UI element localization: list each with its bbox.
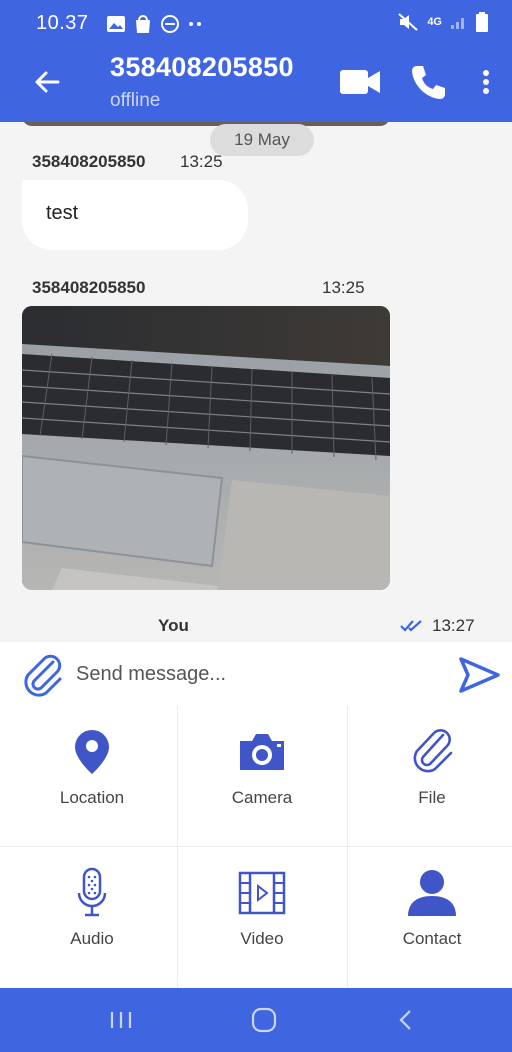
- message-sender: 358408205850: [32, 278, 146, 297]
- message-list[interactable]: 19 May 358408205850 13:25 test 358408205…: [0, 122, 512, 642]
- system-icons: 4G: [397, 12, 488, 32]
- image-message[interactable]: [22, 306, 390, 590]
- system-back-button[interactable]: [394, 1006, 418, 1034]
- film-icon: [234, 865, 290, 921]
- arrow-left-icon: [35, 71, 60, 93]
- send-icon: [459, 657, 500, 693]
- signal-icon: [451, 18, 464, 29]
- back-button[interactable]: [28, 62, 68, 102]
- double-check-icon: [400, 620, 422, 632]
- video-call-button[interactable]: [338, 64, 384, 100]
- do-not-disturb-icon: [161, 15, 179, 33]
- attach-audio-button[interactable]: Audio: [7, 847, 177, 988]
- attach-video-button[interactable]: Video: [177, 847, 347, 988]
- contact-status: offline: [110, 90, 161, 111]
- attach-label: Video: [240, 929, 284, 948]
- network-type: 4G: [427, 16, 442, 28]
- message-time: 13:27: [432, 616, 475, 635]
- recent-apps-icon: [110, 1012, 132, 1028]
- attach-file-button[interactable]: File: [347, 706, 512, 847]
- location-pin-icon: [64, 724, 120, 780]
- message-sender: 358408205850: [32, 152, 146, 171]
- camera-icon: [234, 724, 290, 780]
- more-options-button[interactable]: [474, 64, 498, 100]
- send-button[interactable]: [458, 656, 500, 694]
- status-bar: 10.37 4G: [0, 0, 512, 44]
- chat-screen: 10.37 4G 358408205850 offline 19 May 358…: [0, 0, 512, 1052]
- composer: [0, 642, 512, 706]
- laptop-photo: [22, 306, 390, 590]
- microphone-icon: [64, 865, 120, 921]
- attach-label: Location: [59, 788, 125, 807]
- recent-apps-button[interactable]: [106, 1008, 136, 1032]
- attach-label: File: [418, 788, 446, 807]
- attach-button[interactable]: [20, 652, 66, 698]
- notification-icons: [106, 14, 202, 34]
- message-text: test: [46, 202, 79, 224]
- attach-camera-button[interactable]: Camera: [177, 706, 347, 847]
- gallery-icon: [107, 16, 125, 32]
- system-nav-bar: [0, 988, 512, 1052]
- date-separator: 19 May: [210, 124, 314, 156]
- attachment-menu: Location Camera File Audio Video Contact: [0, 706, 512, 988]
- previous-image-edge: [22, 122, 390, 126]
- message-meta: 13:27: [400, 616, 475, 636]
- more-notifications-icon: [189, 22, 201, 26]
- shopping-bag-icon: [136, 15, 150, 33]
- message-bubble[interactable]: test: [22, 180, 248, 250]
- phone-icon: [412, 66, 445, 99]
- paperclip-icon: [404, 724, 460, 780]
- status-time: 10.37: [36, 12, 89, 34]
- chevron-left-icon: [399, 1010, 411, 1030]
- paperclip-icon: [24, 654, 62, 697]
- attach-label: Audio: [70, 929, 114, 948]
- conversation-header: 358408205850 offline: [0, 44, 512, 122]
- attach-label: Camera: [231, 788, 293, 807]
- attach-label: Contact: [402, 929, 462, 948]
- message-time: 13:25: [322, 278, 365, 297]
- person-icon: [404, 865, 460, 921]
- attach-contact-button[interactable]: Contact: [347, 847, 512, 988]
- home-button[interactable]: [250, 1006, 278, 1034]
- message-input[interactable]: [76, 656, 446, 692]
- home-icon: [251, 1007, 277, 1033]
- battery-icon: [476, 12, 488, 32]
- message-time: 13:25: [180, 152, 223, 171]
- mute-icon: [398, 13, 418, 31]
- contact-name[interactable]: 358408205850: [110, 52, 294, 83]
- app-bar: 10.37 4G 358408205850 offline: [0, 0, 512, 122]
- message-sender: You: [158, 616, 189, 635]
- attach-location-button[interactable]: Location: [7, 706, 177, 847]
- more-vertical-icon: [483, 70, 489, 94]
- video-camera-icon: [340, 70, 380, 94]
- voice-call-button[interactable]: [408, 62, 448, 102]
